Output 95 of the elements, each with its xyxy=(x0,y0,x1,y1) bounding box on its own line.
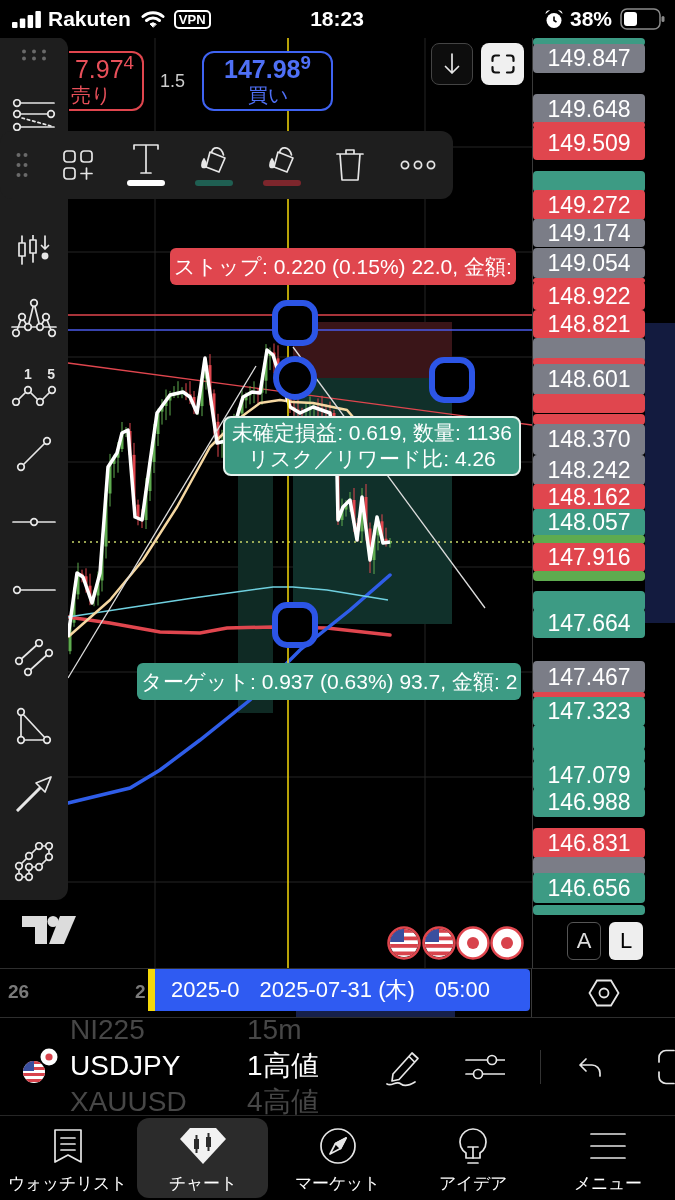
price-label: 149.272 xyxy=(533,190,645,220)
tab[interactable]: メニュー xyxy=(542,1118,673,1198)
tab[interactable]: ウォッチリスト xyxy=(2,1118,133,1198)
time-tick: 2 xyxy=(135,981,146,1003)
polygon-icon[interactable] xyxy=(14,842,54,882)
grip-icon[interactable] xyxy=(21,49,47,61)
info-text: リスク／リワード比: 4.26 xyxy=(248,446,496,472)
paint-bucket-icon[interactable] xyxy=(267,144,297,174)
price-label: 148.057 xyxy=(533,509,645,536)
lightbulb-icon xyxy=(457,1127,488,1165)
stop-label: ストップ: 0.220 (0.15%) 22.0, 金額: xyxy=(170,248,516,285)
bookmark-list-icon xyxy=(52,1128,83,1164)
time-text: 05:00 xyxy=(434,977,490,1003)
price-label: 146.656 xyxy=(533,873,645,903)
alarm-icon xyxy=(543,9,564,29)
resize-handle[interactable] xyxy=(272,300,318,346)
time-tick: 26 xyxy=(8,981,30,1003)
wifi-icon xyxy=(140,10,165,28)
down-arrow-icon[interactable] xyxy=(443,53,461,75)
flag-icon[interactable] xyxy=(387,926,421,960)
price-label: 149.054 xyxy=(533,248,645,278)
price-label: 147.467 xyxy=(533,661,645,693)
price-label: 149.648 xyxy=(533,94,645,124)
vpn-badge: VPN xyxy=(173,9,211,29)
menu-icon xyxy=(589,1132,626,1160)
signal-icon xyxy=(12,10,41,28)
grip-icon[interactable] xyxy=(16,152,28,178)
resize-handle[interactable] xyxy=(429,357,475,403)
resize-handle[interactable] xyxy=(272,602,318,648)
price-label: 147.079 xyxy=(533,760,645,790)
lines-icon[interactable] xyxy=(12,99,56,131)
price-label: 148.242 xyxy=(533,455,645,485)
scroll-button[interactable] xyxy=(431,43,473,85)
undo-icon[interactable] xyxy=(578,1056,602,1077)
price-label: 148.370 xyxy=(533,424,645,455)
currency-flags-icon xyxy=(22,1048,58,1084)
scale-toggle[interactable]: A xyxy=(567,922,601,960)
price-label: 147.664 xyxy=(533,609,645,638)
spread-value: 1.5 xyxy=(160,70,186,92)
flag-icon[interactable] xyxy=(422,926,456,960)
price-label: 147.916 xyxy=(533,543,645,572)
horizontal-line-icon[interactable] xyxy=(12,517,56,527)
compass-icon xyxy=(318,1127,357,1165)
candles-icon[interactable] xyxy=(17,235,51,265)
tab[interactable]: チャート xyxy=(137,1118,268,1198)
carrier-name: Rakuten xyxy=(48,7,131,31)
price-label: 146.831 xyxy=(533,828,645,858)
hexagon-settings-icon[interactable] xyxy=(587,979,620,1007)
battery-percent: 38% xyxy=(569,7,612,31)
price-label: 148.821 xyxy=(533,310,645,338)
wave-number: 5 xyxy=(47,366,55,382)
scale-toggle[interactable]: L xyxy=(609,922,643,960)
wave-icon[interactable] xyxy=(11,384,57,406)
resize-handle[interactable] xyxy=(273,356,317,400)
info-text: 未確定損益: 0.619, 数量: 1136 xyxy=(232,420,512,446)
color-swatch[interactable] xyxy=(195,180,233,186)
trash-icon[interactable] xyxy=(336,148,364,182)
clock-time: 18:23 xyxy=(310,7,364,31)
battery-icon xyxy=(620,8,665,30)
frame-corners-icon[interactable] xyxy=(490,54,515,74)
trend-line-icon[interactable] xyxy=(16,436,52,472)
diamond-candles-icon xyxy=(178,1127,227,1165)
flag-icon[interactable] xyxy=(490,926,524,960)
parallel-lines-icon[interactable] xyxy=(14,639,54,677)
logo-icon xyxy=(22,916,76,944)
paint-bucket-icon[interactable] xyxy=(199,144,229,174)
price-label: 148.162 xyxy=(533,484,645,510)
more-icon[interactable] xyxy=(400,160,436,170)
ray-icon[interactable] xyxy=(12,585,56,595)
color-swatch[interactable] xyxy=(263,180,301,186)
triangle-icon[interactable] xyxy=(16,707,52,745)
price-label: 149.174 xyxy=(533,219,645,247)
sell-button[interactable]: 7.97$^{4}$ 売り xyxy=(69,51,144,111)
templates-icon[interactable] xyxy=(63,150,93,180)
text-tool-icon[interactable] xyxy=(133,144,159,174)
price-label: 148.601 xyxy=(533,364,645,395)
tab[interactable]: マーケット xyxy=(272,1118,403,1198)
price-label: 146.988 xyxy=(533,788,645,817)
price-label: 149.847 xyxy=(533,44,645,73)
price-label: 149.509 xyxy=(533,126,645,160)
frame-button[interactable] xyxy=(481,43,524,85)
price-label: 148.922 xyxy=(533,282,645,310)
buy-button[interactable]: 147.98$^{9}$ 買い xyxy=(202,51,333,111)
date-text: 2025-07-31 (木) xyxy=(259,977,415,1003)
wave-number: 1 xyxy=(24,366,32,382)
bracket-icon[interactable] xyxy=(657,1048,675,1085)
flag-icon[interactable] xyxy=(456,926,490,960)
symbol-row[interactable]: USDJPY 1高値 xyxy=(0,1046,372,1086)
color-swatch[interactable] xyxy=(127,180,165,186)
arrow-icon[interactable] xyxy=(15,775,53,813)
tab[interactable]: アイデア xyxy=(407,1118,538,1198)
price-label: 147.323 xyxy=(533,697,645,726)
peaks-icon[interactable] xyxy=(11,298,57,338)
target-label: ターゲット: 0.937 (0.63%) 93.7, 金額: 2 xyxy=(137,663,522,700)
date-text: 2025-0 xyxy=(171,977,240,1003)
